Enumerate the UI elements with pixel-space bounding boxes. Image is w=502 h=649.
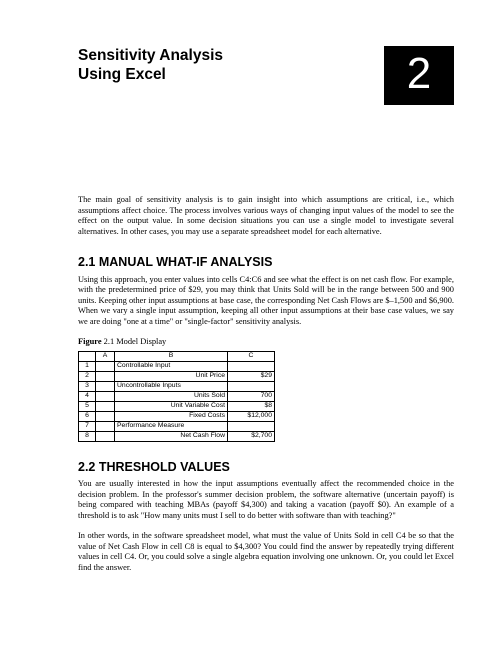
cell-b: Units Sold	[115, 391, 228, 401]
cell-b: Net Cash Flow	[115, 431, 228, 441]
table-body: 1 Controllable Input 2 Unit Price$29 3 Uncont…	[79, 361, 275, 441]
row-number: 6	[79, 411, 96, 421]
cell-a	[96, 421, 115, 431]
figure-label-prefix: Figure	[78, 337, 102, 346]
cell-c: $8	[228, 401, 275, 411]
table-row: 4 Units Sold700	[79, 391, 275, 401]
row-number: 4	[79, 391, 96, 401]
intro-paragraph: The main goal of sensitivity analysis is…	[78, 195, 454, 237]
section-2-2-paragraph-2: In other words, in the software spreadsh…	[78, 531, 454, 573]
cell-a	[96, 411, 115, 421]
cell-c	[228, 381, 275, 391]
row-number: 1	[79, 361, 96, 371]
cell-a	[96, 361, 115, 371]
row-number: 3	[79, 381, 96, 391]
cell-c: $2,700	[228, 431, 275, 441]
section-2-2-heading: 2.2 THRESHOLD VALUES	[78, 460, 454, 476]
cell-b: Performance Measure	[115, 421, 228, 431]
cell-b: Controllable Input	[115, 361, 228, 371]
table-row: 2 Unit Price$29	[79, 371, 275, 381]
table-row: 6 Fixed Costs$12,000	[79, 411, 275, 421]
figure-label-text: 2.1 Model Display	[102, 337, 167, 346]
table-row: 1 Controllable Input	[79, 361, 275, 371]
table-header-row: A B C	[79, 351, 275, 361]
col-header-blank	[79, 351, 96, 361]
cell-c: $29	[228, 371, 275, 381]
chapter-number: 2	[407, 52, 431, 96]
col-header-b: B	[115, 351, 228, 361]
cell-b: Unit Variable Cost	[115, 401, 228, 411]
section-2-2-paragraph-1: You are usually interested in how the in…	[78, 479, 454, 521]
cell-b: Unit Price	[115, 371, 228, 381]
cell-b: Fixed Costs	[115, 411, 228, 421]
cell-c	[228, 421, 275, 431]
chapter-number-box: 2	[384, 46, 454, 105]
cell-b: Uncontrollable Inputs	[115, 381, 228, 391]
row-number: 2	[79, 371, 96, 381]
figure-2-1-caption: Figure 2.1 Model Display	[78, 337, 454, 348]
row-number: 8	[79, 431, 96, 441]
col-header-c: C	[228, 351, 275, 361]
cell-c: $12,000	[228, 411, 275, 421]
section-2-1-heading: 2.1 MANUAL WHAT-IF ANALYSIS	[78, 255, 454, 271]
table-row: 8 Net Cash Flow$2,700	[79, 431, 275, 441]
table-row: 7 Performance Measure	[79, 421, 275, 431]
chapter-title: Sensitivity Analysis Using Excel	[78, 46, 376, 85]
row-number: 5	[79, 401, 96, 411]
table-row: 3 Uncontrollable Inputs	[79, 381, 275, 391]
page: Sensitivity Analysis Using Excel 2 The m…	[0, 0, 502, 613]
model-display-table: A B C 1Controllable Input2Unit Price$293…	[78, 351, 275, 442]
table-row: 5 Unit Variable Cost$8	[79, 401, 275, 411]
cell-a	[96, 401, 115, 411]
cell-c	[228, 361, 275, 371]
section-2-1-paragraph: Using this approach, you enter values in…	[78, 275, 454, 328]
title-line-2: Using Excel	[78, 66, 166, 83]
cell-a	[96, 381, 115, 391]
cell-a	[96, 431, 115, 441]
chapter-header: Sensitivity Analysis Using Excel 2	[78, 46, 454, 105]
cell-a	[96, 391, 115, 401]
col-header-a: A	[96, 351, 115, 361]
cell-c: 700	[228, 391, 275, 401]
row-number: 7	[79, 421, 96, 431]
cell-a	[96, 371, 115, 381]
title-line-1: Sensitivity Analysis	[78, 47, 223, 64]
